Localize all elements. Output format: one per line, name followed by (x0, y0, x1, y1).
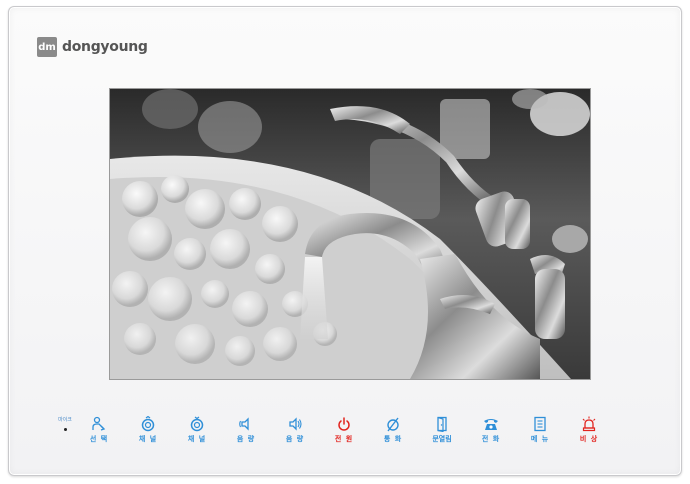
call-icon (387, 417, 399, 432)
volume-up-icon (289, 417, 302, 431)
microphone-hole (63, 428, 67, 431)
user-select-icon (92, 416, 106, 431)
telephone-icon (484, 419, 498, 430)
channel-up-icon (141, 416, 155, 432)
door-open-button[interactable]: 문열림 (424, 416, 460, 452)
faucet-photo (110, 89, 590, 379)
menu-button[interactable]: 메 뉴 (522, 416, 558, 452)
brand-name: dongyoung (62, 39, 148, 55)
volume-down-button[interactable]: 음 량 (228, 416, 264, 452)
volume-up-label: 음 량 (285, 435, 305, 443)
channel-down-button[interactable]: 채 널 (179, 416, 215, 452)
emergency-label: 비 상 (579, 435, 599, 443)
channel-down-label: 채 널 (187, 435, 207, 443)
volume-down-label: 음 량 (236, 435, 256, 443)
select-label: 선 택 (89, 435, 109, 443)
brand-logo: dm dongyoung (37, 37, 148, 57)
brand-mark: dm (37, 37, 57, 57)
volume-down-icon (239, 417, 249, 431)
channel-up-label: 채 널 (138, 435, 158, 443)
call-label: 통 화 (383, 435, 403, 443)
emergency-button[interactable]: 비 상 (571, 416, 607, 452)
menu-label: 메 뉴 (530, 435, 550, 443)
power-icon (338, 417, 350, 431)
display-screen (110, 89, 590, 379)
door-open-icon (437, 416, 447, 432)
telephone-button[interactable]: 전 화 (473, 416, 509, 452)
channel-down-icon (190, 416, 204, 432)
volume-up-button[interactable]: 음 량 (277, 416, 313, 452)
door-open-label: 문열림 (432, 435, 452, 443)
menu-icon (534, 416, 546, 432)
telephone-label: 전 화 (481, 435, 501, 443)
call-button[interactable]: 통 화 (375, 416, 411, 452)
microphone: 마이크 (53, 417, 77, 431)
microphone-label: 마이크 (58, 417, 72, 423)
power-button[interactable]: 전 원 (326, 416, 362, 452)
channel-up-button[interactable]: 채 널 (130, 416, 166, 452)
power-label: 전 원 (334, 435, 354, 443)
emergency-siren-icon (582, 416, 596, 432)
intercom-panel: dm dongyoung 마이크 선 택 채 널 채 널 음 량 음 량 전 원… (8, 6, 682, 476)
select-button[interactable]: 선 택 (81, 416, 117, 452)
